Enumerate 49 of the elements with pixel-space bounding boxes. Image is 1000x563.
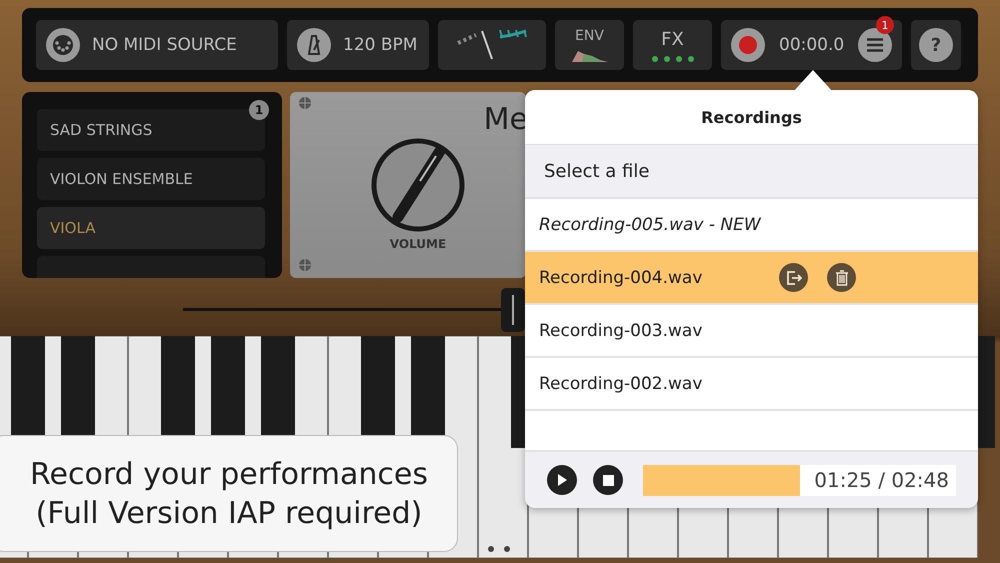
recording-row[interactable]: Recording-004.wav — [525, 252, 978, 305]
preset-item[interactable]: VIOLA — [37, 207, 265, 249]
tuner-meter-icon — [454, 29, 530, 61]
pitch-slider-drawing[interactable] — [183, 287, 525, 333]
stop-button[interactable] — [593, 465, 623, 495]
recording-name: Recording-004.wav — [539, 268, 704, 288]
effects-button[interactable]: FX — [633, 20, 712, 70]
recording-name: Recording-005.wav - NEW — [539, 214, 762, 234]
preset-count-badge: 1 — [249, 100, 269, 120]
screw-icon — [298, 258, 312, 272]
recording-name: Recording-003.wav — [539, 320, 704, 340]
screw-icon — [298, 96, 312, 110]
volume-knob[interactable] — [370, 137, 466, 233]
select-prompt: Select a file — [544, 160, 650, 182]
playback-time: 01:25 / 02:48 — [814, 468, 950, 492]
effects-status-dots-icon — [652, 56, 694, 62]
record-icon — [739, 36, 757, 54]
menu-icon — [867, 38, 884, 52]
caption-line: Record your performances — [30, 456, 428, 494]
popover-title: Recordings — [701, 108, 802, 126]
playback-progress-track[interactable]: 01:25 / 02:48 — [643, 464, 956, 496]
recording-row[interactable]: Recording-002.wav — [525, 358, 978, 411]
knob-label: VOLUME — [390, 237, 446, 251]
preset-item[interactable]: VIOLON ENSEMBLE — [37, 158, 265, 200]
stop-icon — [602, 474, 614, 486]
play-icon — [557, 474, 567, 486]
export-icon — [786, 270, 802, 286]
recording-name: Recording-002.wav — [539, 374, 704, 394]
tempo-button[interactable]: 120 BPM — [287, 20, 429, 70]
recordings-menu-button[interactable] — [858, 28, 892, 62]
delete-button[interactable] — [827, 263, 856, 292]
record-button[interactable] — [731, 28, 765, 62]
help-button[interactable]: ? — [919, 28, 953, 62]
envelope-button[interactable]: ENV — [555, 20, 624, 70]
midi-connector-icon — [46, 28, 80, 62]
recording-row[interactable]: Recording-005.wav - NEW — [525, 199, 978, 252]
notification-badge: 1 — [876, 16, 894, 34]
midi-source-button[interactable]: NO MIDI SOURCE — [36, 20, 278, 70]
record-time: 00:00.0 — [779, 35, 844, 55]
trash-icon — [834, 270, 848, 286]
tuner-button[interactable] — [438, 20, 546, 70]
caption-line: (Full Version IAP required) — [36, 494, 422, 532]
page-dots-icon — [488, 546, 510, 552]
envelope-graph-icon — [572, 48, 608, 62]
metronome-icon — [297, 28, 331, 62]
play-button[interactable] — [547, 465, 577, 495]
panel-title: Me — [484, 102, 528, 137]
export-button[interactable] — [779, 263, 808, 292]
recording-row[interactable]: Recording-003.wav — [525, 305, 978, 358]
